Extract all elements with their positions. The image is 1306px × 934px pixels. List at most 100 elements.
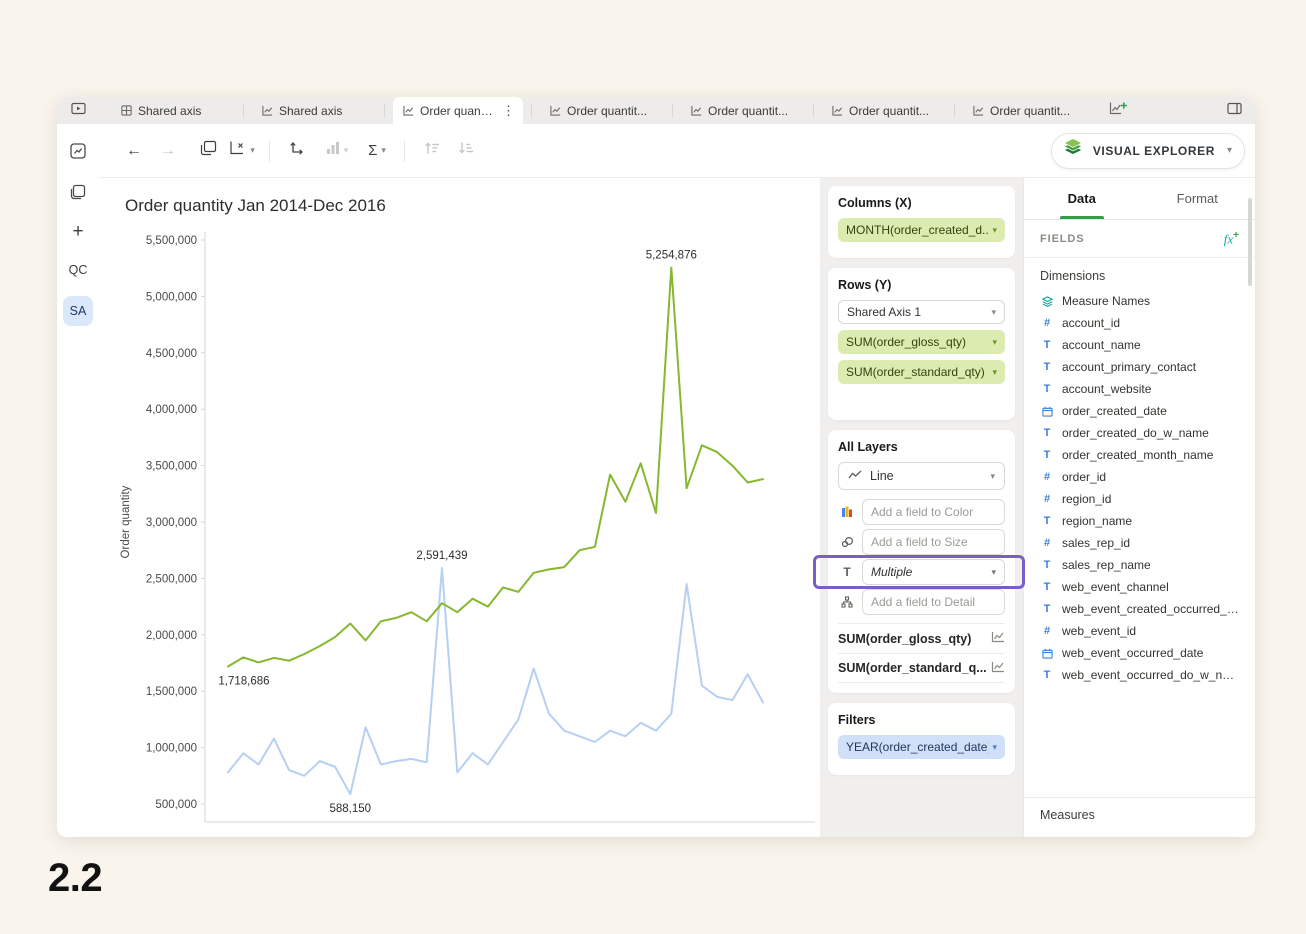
- color-drop-target[interactable]: Add a field to Color: [862, 499, 1005, 525]
- right-panel-toggle-button[interactable]: [1213, 97, 1255, 124]
- aggregate-button[interactable]: Σ ▾: [364, 137, 390, 165]
- sort-descending-button[interactable]: [453, 137, 479, 165]
- worksheet-tab-5[interactable]: Order quantit...: [681, 97, 805, 124]
- series-line-0[interactable]: [228, 268, 763, 667]
- sort-ascending-button[interactable]: [419, 137, 445, 165]
- chevron-down-icon: ▾: [992, 337, 997, 348]
- detail-drop-target[interactable]: Add a field to Detail: [862, 589, 1005, 615]
- text-field-icon: T: [1040, 361, 1054, 373]
- field-measure-names[interactable]: Measure Names: [1032, 290, 1247, 312]
- layer-row-standard[interactable]: SUM(order_standard_q...: [838, 653, 1005, 683]
- worksheet-tab-6[interactable]: Order quantit...: [822, 97, 946, 124]
- field-web-event-occurred-do-w-name[interactable]: Tweb_event_occurred_do_w_name: [1032, 664, 1247, 686]
- swap-axes-button[interactable]: [284, 137, 310, 165]
- worksheet-tab-7[interactable]: Order quantit...: [963, 97, 1087, 124]
- pill-sum-order-standard-qty[interactable]: SUM(order_standard_qty) ▾: [838, 360, 1005, 384]
- visual-explorer-menu-button[interactable]: VISUAL EXPLORER ▾: [1051, 133, 1245, 169]
- field-web-event-created-occurred-na[interactable]: Tweb_event_created_occurred_na...: [1032, 598, 1247, 620]
- rows-drop-area[interactable]: [838, 390, 1005, 410]
- text-field-icon: T: [1040, 669, 1054, 681]
- chart-canvas: Order quantity Jan 2014-Dec 2016 5,500,0…: [99, 178, 820, 837]
- pages-stack-icon: [69, 183, 87, 206]
- chart-icon: [691, 105, 702, 116]
- chart-icon: [832, 105, 843, 116]
- field-account-primary-contact[interactable]: Taccount_primary_contact: [1032, 356, 1247, 378]
- duplicate-chart-button[interactable]: [195, 137, 221, 165]
- svg-text:2,000,000: 2,000,000: [146, 630, 197, 642]
- y-axis-ticks: 5,500,0005,000,0004,500,0004,000,0003,50…: [146, 235, 205, 811]
- field-order-created-do-w-name[interactable]: Torder_created_do_w_name: [1032, 422, 1247, 444]
- field-order-created-date[interactable]: order_created_date: [1032, 400, 1247, 422]
- field-region-id[interactable]: #region_id: [1032, 488, 1247, 510]
- chevron-down-icon: ▾: [381, 145, 386, 156]
- svg-text:2,500,000: 2,500,000: [146, 573, 197, 585]
- svg-text:4,000,000: 4,000,000: [146, 404, 197, 416]
- svg-text:4,500,000: 4,500,000: [146, 348, 197, 360]
- field-account-id[interactable]: #account_id: [1032, 312, 1247, 334]
- text-field-icon: T: [1040, 559, 1054, 571]
- chart-icon: [403, 105, 414, 116]
- field-web-event-occurred-date[interactable]: web_event_occurred_date: [1032, 642, 1247, 664]
- date-field-icon: [1040, 648, 1054, 659]
- field-web-event-id[interactable]: #web_event_id: [1032, 620, 1247, 642]
- text-drop-target-multiple[interactable]: Multiple ▾: [862, 559, 1005, 585]
- fields-header: FIELDS: [1040, 233, 1085, 245]
- tab-separator: [954, 104, 955, 117]
- field-sales-rep-name[interactable]: Tsales_rep_name: [1032, 554, 1247, 576]
- create-calculated-field-button[interactable]: fx+: [1224, 230, 1239, 247]
- worksheet-tab-3[interactable]: Order quantit...⋮: [393, 97, 523, 124]
- dimensions-list: Measure Names#account_idTaccount_nameTac…: [1024, 290, 1255, 686]
- pill-shared-axis-1[interactable]: Shared Axis 1 ▾: [838, 300, 1005, 324]
- y-axis-title: Order quantity: [120, 485, 132, 558]
- chevron-down-icon: ▾: [991, 567, 996, 578]
- chart-title: Order quantity Jan 2014-Dec 2016: [125, 196, 386, 216]
- swap-axes-icon: [289, 140, 305, 161]
- tab-format[interactable]: Format: [1140, 178, 1256, 219]
- toolbar-divider: [404, 140, 405, 162]
- data-panel: Data Format FIELDS fx+ Dimensions Measur…: [1023, 178, 1255, 837]
- page-chip-qc[interactable]: QC: [63, 255, 93, 285]
- size-drop-target[interactable]: Add a field to Size: [862, 529, 1005, 555]
- clear-chart-button[interactable]: ▾: [229, 137, 255, 165]
- duplicate-page-button[interactable]: [63, 179, 93, 209]
- worksheet-tab-2[interactable]: Shared axis: [252, 97, 376, 124]
- field-order-created-month-name[interactable]: Torder_created_month_name: [1032, 444, 1247, 466]
- shelves-panel: Columns (X) MONTH(order_created_d... ▾ R…: [820, 178, 1023, 837]
- forward-arrow-icon: →: [160, 142, 176, 160]
- field-account-name[interactable]: Taccount_name: [1032, 334, 1247, 356]
- add-page-button[interactable]: +: [63, 220, 93, 244]
- field-sales-rep-id[interactable]: #sales_rep_id: [1032, 532, 1247, 554]
- field-account-website[interactable]: Taccount_website: [1032, 378, 1247, 400]
- mark-type-select[interactable]: Line ▾: [838, 462, 1005, 490]
- worksheet-tab-1[interactable]: Shared axis: [111, 97, 235, 124]
- page-chip-sa[interactable]: SA: [63, 296, 93, 326]
- text-field-icon: T: [1040, 383, 1054, 395]
- report-page-button[interactable]: [63, 138, 93, 168]
- pill-month-order-created-date[interactable]: MONTH(order_created_d... ▾: [838, 218, 1005, 242]
- scrollbar-thumb[interactable]: [1248, 198, 1252, 286]
- pages-rail: + QC SA: [57, 124, 99, 837]
- new-worksheet-button[interactable]: [1101, 97, 1135, 124]
- forward-button[interactable]: →: [155, 137, 181, 165]
- all-layers-card: All Layers Line ▾: [828, 430, 1015, 693]
- field-order-id[interactable]: #order_id: [1032, 466, 1247, 488]
- tab-menu-kebab-icon[interactable]: ⋮: [502, 104, 515, 117]
- columns-shelf-title: Columns (X): [838, 196, 1005, 210]
- pages-panel-toggle-button[interactable]: [57, 97, 99, 124]
- series-line-1[interactable]: [228, 568, 763, 794]
- field-web-event-channel[interactable]: Tweb_event_channel: [1032, 576, 1247, 598]
- svg-text:1,000,000: 1,000,000: [146, 743, 197, 755]
- back-button[interactable]: ←: [121, 137, 147, 165]
- line-mark-icon: [848, 469, 862, 483]
- pill-sum-order-gloss-qty[interactable]: SUM(order_gloss_qty) ▾: [838, 330, 1005, 354]
- svg-text:5,500,000: 5,500,000: [146, 235, 197, 247]
- chart-type-button[interactable]: ▾: [324, 137, 350, 165]
- tab-data[interactable]: Data: [1024, 178, 1140, 219]
- field-region-name[interactable]: Tregion_name: [1032, 510, 1247, 532]
- worksheet-tab-4[interactable]: Order quantit...: [540, 97, 664, 124]
- sort-ascending-icon: [424, 141, 440, 160]
- size-drop-row: Add a field to Size: [838, 529, 1005, 555]
- pill-year-order-created-date[interactable]: YEAR(order_created_date) ▾: [838, 735, 1005, 759]
- clear-chart-icon: [229, 140, 246, 161]
- layer-row-gloss[interactable]: SUM(order_gloss_qty): [838, 623, 1005, 653]
